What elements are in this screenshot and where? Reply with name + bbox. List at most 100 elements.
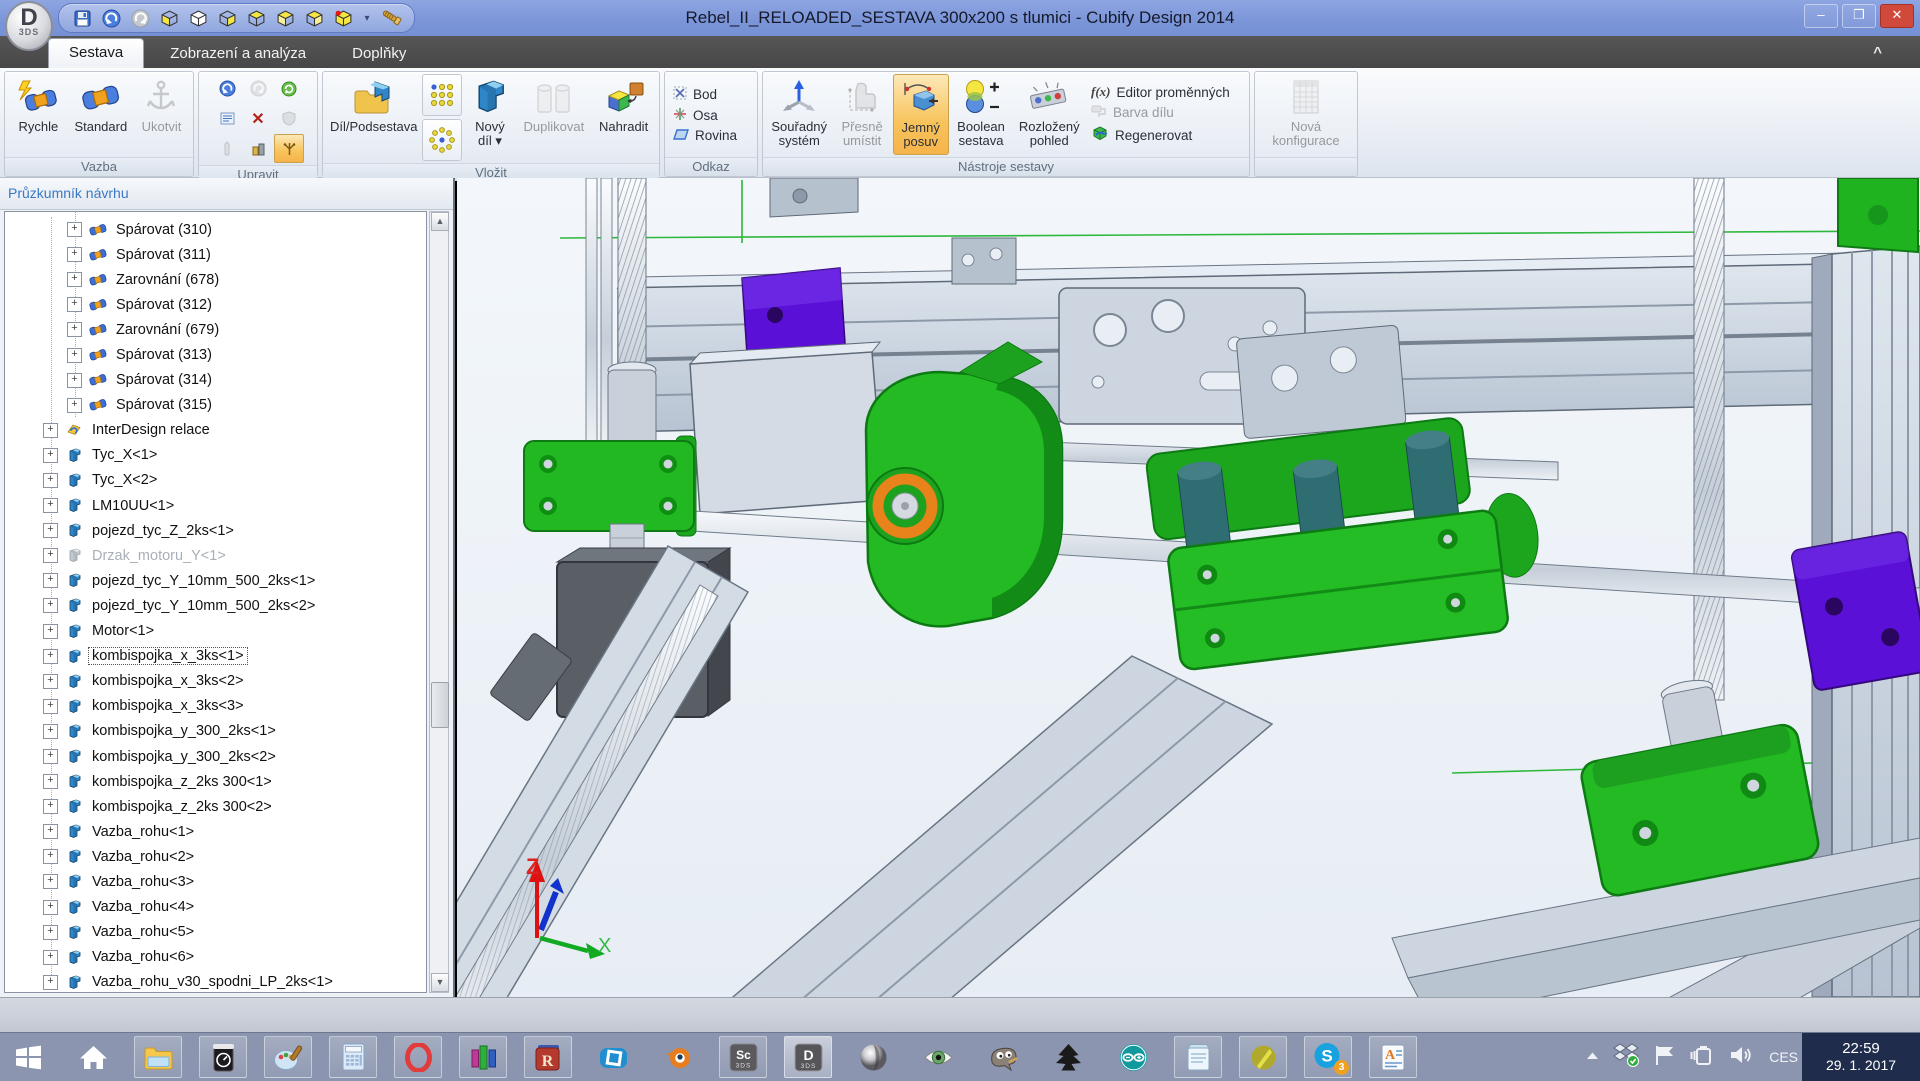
- 3d-viewport[interactable]: Z X: [457, 178, 1920, 997]
- expander-icon[interactable]: +: [43, 849, 58, 864]
- app-logo-icon[interactable]: D 3DS: [5, 1, 53, 51]
- taskbar-sphere-app-icon[interactable]: [849, 1036, 897, 1078]
- tree-item[interactable]: +pojezd_tyc_Y_10mm_500_2ks<1>: [5, 568, 426, 593]
- grid-pattern-button[interactable]: [422, 74, 462, 116]
- expander-icon[interactable]: +: [43, 423, 58, 438]
- power-battery-icon[interactable]: [1689, 1044, 1716, 1071]
- osa-button[interactable]: Osa: [673, 107, 737, 124]
- dim-display-toggle[interactable]: [274, 134, 304, 163]
- tree-item[interactable]: +Spárovat (315): [5, 393, 426, 418]
- view-cube-front-icon[interactable]: [158, 7, 180, 29]
- expander-icon[interactable]: +: [43, 900, 58, 915]
- grip-icon[interactable]: [212, 134, 242, 163]
- expander-icon[interactable]: +: [43, 548, 58, 563]
- feature-list-icon[interactable]: [212, 104, 242, 133]
- jemny-posuv-button[interactable]: Jemný posuv: [893, 74, 949, 155]
- tree-item[interactable]: +Tyc_X<2>: [5, 468, 426, 493]
- clock[interactable]: 22:59 29. 1. 2017: [1802, 1033, 1920, 1081]
- volume-icon[interactable]: [1729, 1044, 1756, 1071]
- tree-item[interactable]: +Spárovat (311): [5, 242, 426, 267]
- tree-item[interactable]: +pojezd_tyc_Y_10mm_500_2ks<2>: [5, 593, 426, 618]
- expander-icon[interactable]: +: [43, 950, 58, 965]
- duplikovat-button[interactable]: Duplikovat: [518, 74, 591, 161]
- tree-item[interactable]: +Motor<1>: [5, 619, 426, 644]
- taskbar-calculator-icon[interactable]: [329, 1036, 377, 1078]
- scroll-up-arrow[interactable]: ▲: [431, 212, 449, 231]
- taskbar-cubify-design-icon[interactable]: D3DS: [784, 1036, 832, 1078]
- expander-icon[interactable]: +: [43, 523, 58, 538]
- scroll-down-arrow[interactable]: ▼: [431, 973, 449, 992]
- language-indicator[interactable]: CES: [1769, 1049, 1798, 1065]
- expander-icon[interactable]: +: [43, 975, 58, 990]
- expander-icon[interactable]: +: [67, 373, 82, 388]
- tree-scrollbar[interactable]: ▲ ▼: [429, 211, 449, 993]
- taskbar-file-explorer-icon[interactable]: [134, 1036, 182, 1078]
- maximize-button[interactable]: ❐: [1842, 4, 1876, 28]
- suppress-icon[interactable]: [274, 104, 304, 133]
- tree-item[interactable]: +Spárovat (310): [5, 217, 426, 242]
- delete-icon[interactable]: ✕: [243, 104, 273, 133]
- taskbar-camtasia-icon[interactable]: [589, 1036, 637, 1078]
- rychle-button[interactable]: Rychle: [9, 74, 68, 155]
- expander-icon[interactable]: +: [43, 724, 58, 739]
- tree-item[interactable]: +InterDesign relace: [5, 418, 426, 443]
- expander-icon[interactable]: +: [43, 598, 58, 613]
- update-icon[interactable]: [274, 74, 304, 103]
- tree-item[interactable]: +kombispojka_y_300_2ks<2>: [5, 744, 426, 769]
- tree-item[interactable]: +LM10UU<1>: [5, 493, 426, 518]
- tree-item[interactable]: +kombispojka_x_3ks<3>: [5, 694, 426, 719]
- view-cube-top-right-icon[interactable]: [303, 7, 325, 29]
- expander-icon[interactable]: +: [67, 272, 82, 287]
- redo-small-icon[interactable]: [243, 74, 273, 103]
- taskbar-eye-app-icon[interactable]: [914, 1036, 962, 1078]
- view-cube-top-left-icon[interactable]: [274, 7, 296, 29]
- dil-podsestava-button[interactable]: Díl/Podsestava: [327, 74, 420, 161]
- standard-button[interactable]: Standard: [70, 74, 132, 155]
- barva-dilu-button[interactable]: Barva dílu: [1091, 104, 1241, 121]
- editor-promennych-button[interactable]: f(x)Editor proměnných: [1091, 84, 1241, 100]
- souradny-system-button[interactable]: Souřadný systém: [767, 74, 831, 155]
- expander-icon[interactable]: +: [43, 699, 58, 714]
- taskbar-wordpad-icon[interactable]: A: [1369, 1036, 1417, 1078]
- undo-small-icon[interactable]: [212, 74, 242, 103]
- tab-zobrazeni-a-analyza[interactable]: Zobrazení a analýza: [150, 40, 326, 68]
- tree-item[interactable]: +pojezd_tyc_Z_2ks<1>: [5, 518, 426, 543]
- tab-doplnky[interactable]: Doplňky: [332, 40, 426, 68]
- taskbar-yellow-ball-icon[interactable]: [1239, 1036, 1287, 1078]
- close-button[interactable]: ✕: [1880, 4, 1914, 28]
- taskbar-opera-icon[interactable]: [394, 1036, 442, 1078]
- regenerovat-button[interactable]: Regenerovat: [1091, 125, 1241, 145]
- expander-icon[interactable]: +: [43, 874, 58, 889]
- undo-icon[interactable]: [100, 7, 122, 29]
- bod-button[interactable]: Bod: [673, 86, 737, 103]
- tree-item[interactable]: +kombispojka_x_3ks<1>: [5, 644, 426, 669]
- taskbar-blender-icon[interactable]: [654, 1036, 702, 1078]
- expander-icon[interactable]: +: [43, 824, 58, 839]
- tree-item[interactable]: +Vazba_rohu<1>: [5, 819, 426, 844]
- expander-icon[interactable]: +: [43, 624, 58, 639]
- taskbar-gimp-icon[interactable]: [979, 1036, 1027, 1078]
- expander-icon[interactable]: +: [43, 473, 58, 488]
- tree-item[interactable]: +Vazba_rohu_v30_spodni_LP_2ks<1>: [5, 970, 426, 993]
- tree-item[interactable]: +Spárovat (314): [5, 368, 426, 393]
- rozlozeny-pohled-button[interactable]: Rozložený pohled: [1013, 74, 1085, 155]
- expander-icon[interactable]: +: [43, 749, 58, 764]
- expander-icon[interactable]: +: [67, 348, 82, 363]
- action-center-flag-icon[interactable]: [1653, 1043, 1676, 1072]
- tree-item[interactable]: +Vazba_rohu<4>: [5, 895, 426, 920]
- tree-item[interactable]: +Vazba_rohu<2>: [5, 844, 426, 869]
- nova-konfigurace-button[interactable]: Nová konfigurace: [1260, 74, 1352, 155]
- tree-item[interactable]: +Vazba_rohu<3>: [5, 869, 426, 894]
- tree-item[interactable]: +Vazba_rohu<5>: [5, 920, 426, 945]
- expander-icon[interactable]: +: [43, 799, 58, 814]
- expander-icon[interactable]: +: [67, 322, 82, 337]
- novy-dil-button[interactable]: Nový díl ▾: [464, 74, 515, 161]
- show-hidden-icons-chevron[interactable]: [1585, 1048, 1600, 1066]
- expander-icon[interactable]: +: [43, 674, 58, 689]
- tree-item[interactable]: +Zarovnání (679): [5, 317, 426, 342]
- rovina-button[interactable]: Rovina: [673, 128, 737, 144]
- boolean-sestava-button[interactable]: Boolean sestava: [951, 74, 1012, 155]
- taskbar-color-bars-icon[interactable]: [459, 1036, 507, 1078]
- tree-item[interactable]: +Spárovat (313): [5, 342, 426, 367]
- dropbox-icon[interactable]: [1613, 1042, 1640, 1073]
